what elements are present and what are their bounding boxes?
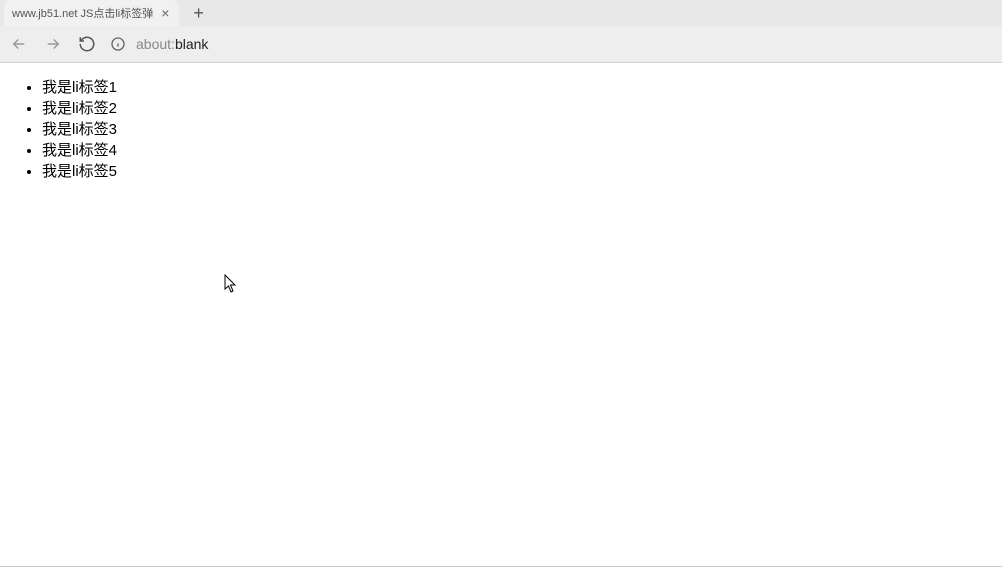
list-item[interactable]: 我是li标签2 <box>42 98 994 119</box>
list-item[interactable]: 我是li标签3 <box>42 119 994 140</box>
info-icon[interactable] <box>110 36 126 52</box>
forward-button[interactable] <box>42 33 64 55</box>
url-bar[interactable]: about:blank <box>110 36 994 52</box>
browser-chrome: www.jb51.net JS点击li标签弹 × + <box>0 0 1002 63</box>
url-path: blank <box>175 36 208 52</box>
browser-tab[interactable]: www.jb51.net JS点击li标签弹 × <box>4 0 179 26</box>
address-bar: about:blank <box>0 26 1002 62</box>
list-item[interactable]: 我是li标签1 <box>42 77 994 98</box>
list-item[interactable]: 我是li标签4 <box>42 140 994 161</box>
item-list: 我是li标签1 我是li标签2 我是li标签3 我是li标签4 我是li标签5 <box>8 77 994 182</box>
close-icon[interactable]: × <box>159 6 171 20</box>
tab-title: www.jb51.net JS点击li标签弹 <box>12 5 153 21</box>
tabs-bar: www.jb51.net JS点击li标签弹 × + <box>0 0 1002 26</box>
reload-button[interactable] <box>76 33 98 55</box>
page-content: 我是li标签1 我是li标签2 我是li标签3 我是li标签4 我是li标签5 <box>0 63 1002 567</box>
url-text: about:blank <box>136 36 208 52</box>
new-tab-button[interactable]: + <box>187 4 210 22</box>
back-button[interactable] <box>8 33 30 55</box>
url-scheme: about: <box>136 36 175 52</box>
list-item[interactable]: 我是li标签5 <box>42 161 994 182</box>
